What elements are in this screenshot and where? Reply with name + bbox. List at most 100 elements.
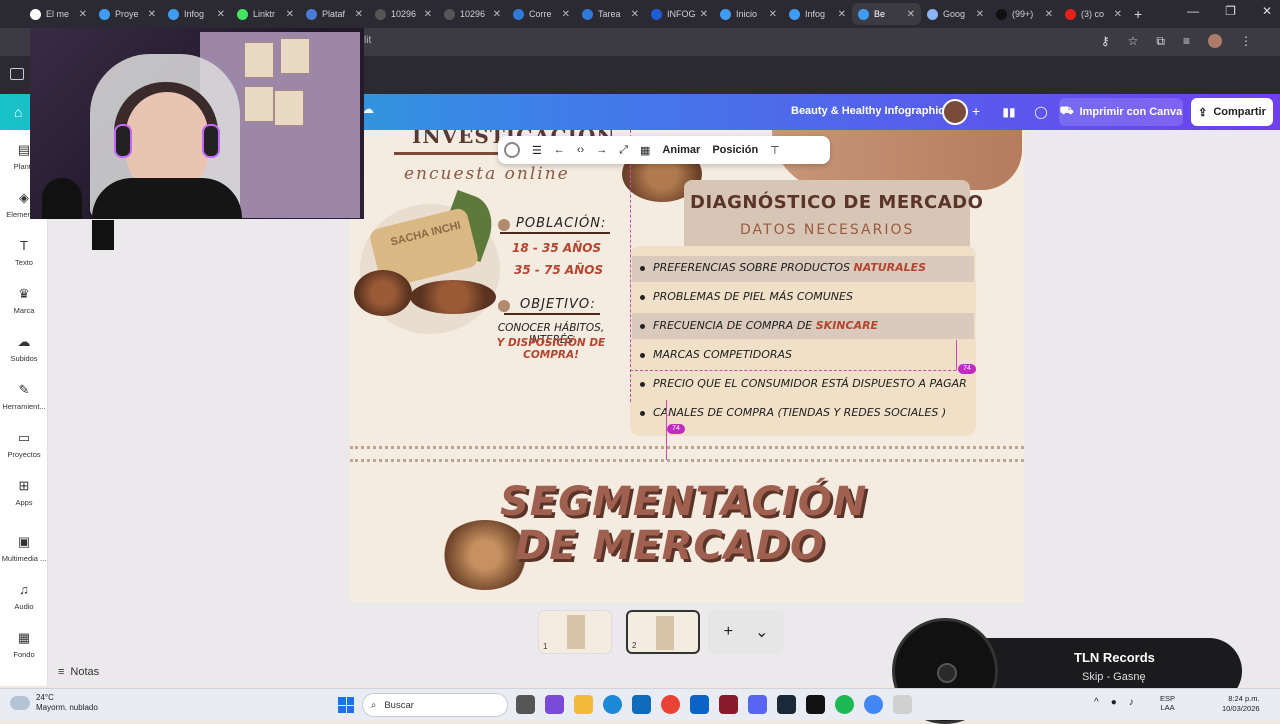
- steam-icon[interactable]: [777, 695, 796, 714]
- share-button[interactable]: ⇪ Compartir: [1191, 98, 1273, 126]
- list-item[interactable]: PRECIO QUE EL CONSUMIDOR ESTÁ DISPUESTO …: [640, 377, 967, 390]
- tab-close-icon[interactable]: ✕: [631, 9, 639, 20]
- tab-close-icon[interactable]: ✕: [1114, 9, 1122, 20]
- browser-tab[interactable]: (3) co ✕: [1059, 3, 1128, 25]
- population-label[interactable]: POBLACIÓN:: [499, 216, 611, 234]
- tab-close-icon[interactable]: ✕: [976, 9, 984, 20]
- tab-close-icon[interactable]: ✕: [217, 9, 225, 20]
- objective-text-2[interactable]: Y DISPOSICIÓN DE COMPRA!: [476, 337, 626, 361]
- tray-app-icon[interactable]: ●: [1111, 697, 1117, 708]
- tab-close-icon[interactable]: ✕: [769, 9, 777, 20]
- tab-close-icon[interactable]: ✕: [355, 9, 363, 20]
- clock[interactable]: 8:24 p.m. 10/03/2026: [1222, 694, 1260, 714]
- chevron-down-icon[interactable]: ⌄: [755, 622, 768, 642]
- design-page[interactable]: INVESTIGACIÓN encuesta online SACHA INCH…: [350, 130, 1024, 602]
- list-item[interactable]: PREFERENCIAS SOBRE PRODUCTOS NATURALES: [640, 261, 926, 274]
- tab-close-icon[interactable]: ✕: [700, 9, 708, 20]
- browser-tab[interactable]: Proye ✕: [93, 3, 162, 25]
- browser-tab[interactable]: Linktr ✕: [231, 3, 300, 25]
- browser-tab[interactable]: (99+) ✕: [990, 3, 1059, 25]
- weather-widget[interactable]: 24°C Mayorm. nublado: [10, 693, 98, 713]
- tab-close-icon[interactable]: ✕: [286, 9, 294, 20]
- browser-tab[interactable]: INFOG ✕: [645, 3, 714, 25]
- browser-tab[interactable]: Infog ✕: [162, 3, 231, 25]
- sidebar-item-background[interactable]: ▦ Fondo: [0, 630, 48, 659]
- print-with-canva-button[interactable]: ⛟ Imprimir con Canva: [1059, 98, 1183, 126]
- browser-tab[interactable]: 10296 ✕: [369, 3, 438, 25]
- minimize-icon[interactable]: —: [1187, 4, 1199, 18]
- spotify-icon[interactable]: [835, 695, 854, 714]
- file-explorer-icon[interactable]: [574, 695, 593, 714]
- tab-close-icon[interactable]: ✕: [79, 9, 87, 20]
- store-icon[interactable]: [632, 695, 651, 714]
- browser-tab[interactable]: Inicio ✕: [714, 3, 783, 25]
- tab-close-icon[interactable]: ✕: [907, 9, 915, 20]
- resize-icon[interactable]: ⤢: [619, 144, 628, 157]
- sidebar-item-audio[interactable]: ♫ Audio: [0, 582, 48, 611]
- language-indicator[interactable]: ESP LAA: [1160, 694, 1175, 712]
- animate-button[interactable]: Animar: [662, 144, 700, 156]
- tab-close-icon[interactable]: ✕: [424, 9, 432, 20]
- objective-label[interactable]: OBJETIVO:: [504, 297, 600, 315]
- task-view-icon[interactable]: [516, 695, 535, 714]
- outlook-icon[interactable]: [690, 695, 709, 714]
- sidebar-item-upload[interactable]: ☁ Subidos: [0, 334, 48, 363]
- browser-tab[interactable]: Be ✕: [852, 3, 921, 25]
- paint-roller-icon[interactable]: ⊤: [770, 144, 780, 157]
- color-swatch[interactable]: [504, 142, 520, 158]
- extensions-icon[interactable]: ⧉: [1156, 34, 1165, 49]
- key-icon[interactable]: ⚷: [1101, 34, 1110, 49]
- new-tab-button[interactable]: +: [1134, 6, 1142, 22]
- start-button[interactable]: [338, 697, 354, 713]
- notes-button[interactable]: ≡ Notas: [58, 666, 99, 678]
- chrome-active-icon[interactable]: [864, 695, 883, 714]
- stats-icon[interactable]: ▮▮: [996, 99, 1022, 125]
- page-thumbnail-2[interactable]: 2: [626, 610, 700, 654]
- browser-tab[interactable]: Corre ✕: [507, 3, 576, 25]
- menu-dots-icon[interactable]: ⋮: [1240, 34, 1252, 49]
- add-page-button[interactable]: + ⌄: [708, 610, 784, 654]
- sidebar-item-folder[interactable]: ▭ Proyectos: [0, 430, 48, 459]
- browser-tab[interactable]: El me ✕: [24, 3, 93, 25]
- browser-tab[interactable]: Infog ✕: [783, 3, 852, 25]
- position-button[interactable]: Posición: [712, 144, 758, 156]
- files-icon[interactable]: [893, 695, 912, 714]
- reading-list-icon[interactable]: ≡: [1183, 34, 1190, 49]
- line-style-icon[interactable]: ‹›: [577, 144, 584, 156]
- sidebar-item-brand[interactable]: ♛ Marca: [0, 286, 48, 315]
- chrome-icon[interactable]: [661, 695, 680, 714]
- star-icon[interactable]: ☆: [1128, 34, 1139, 49]
- browser-tab[interactable]: 10296 ✕: [438, 3, 507, 25]
- browser-tab[interactable]: Plataf ✕: [300, 3, 369, 25]
- taskbar-search[interactable]: ⌕ Buscar: [362, 693, 508, 717]
- line-weight-icon[interactable]: ☰: [532, 144, 542, 157]
- arrow-right-icon[interactable]: →: [596, 144, 607, 156]
- home-icon[interactable]: ⌂: [14, 104, 22, 120]
- list-item[interactable]: FRECUENCIA DE COMPRA DE SKINCARE: [640, 319, 878, 332]
- sidebar-item-draw[interactable]: ✎ Herramient...: [0, 382, 48, 411]
- list-item[interactable]: MARCAS COMPETIDORAS: [640, 348, 792, 361]
- tiktok-icon[interactable]: [806, 695, 825, 714]
- page-thumbnail-1[interactable]: 1: [538, 610, 612, 654]
- list-item[interactable]: PROBLEMAS DE PIEL MÁS COMUNES: [640, 290, 853, 303]
- tab-close-icon[interactable]: ✕: [562, 9, 570, 20]
- tab-close-icon[interactable]: ✕: [838, 9, 846, 20]
- transparency-icon[interactable]: ▦: [640, 144, 650, 157]
- discord-icon[interactable]: [748, 695, 767, 714]
- segmentation-title[interactable]: SEGMENTACIÓN DE MERCADO: [500, 480, 866, 568]
- app-icon[interactable]: [719, 695, 738, 714]
- edge-icon[interactable]: [603, 695, 622, 714]
- population-range-1[interactable]: 18 - 35 AÑOS: [512, 241, 601, 255]
- collaborator-avatar[interactable]: [942, 99, 968, 125]
- add-collaborator-icon[interactable]: +: [972, 103, 980, 119]
- maximize-icon[interactable]: ❐: [1225, 4, 1236, 18]
- sidebar-item-media[interactable]: ▣ Multimedia ...: [0, 534, 48, 563]
- population-range-2[interactable]: 35 - 75 AÑOS: [514, 263, 603, 277]
- list-item[interactable]: CANALES DE COMPRA (TIENDAS Y REDES SOCIA…: [640, 406, 946, 419]
- document-title[interactable]: Beauty & Healthy Infographic: [791, 105, 944, 117]
- profile-avatar[interactable]: [1208, 34, 1222, 48]
- comment-icon[interactable]: ◯: [1028, 99, 1054, 125]
- investigation-subtitle[interactable]: encuesta online: [404, 164, 570, 184]
- tab-close-icon[interactable]: ✕: [493, 9, 501, 20]
- sidebar-toggle-icon[interactable]: [10, 68, 24, 80]
